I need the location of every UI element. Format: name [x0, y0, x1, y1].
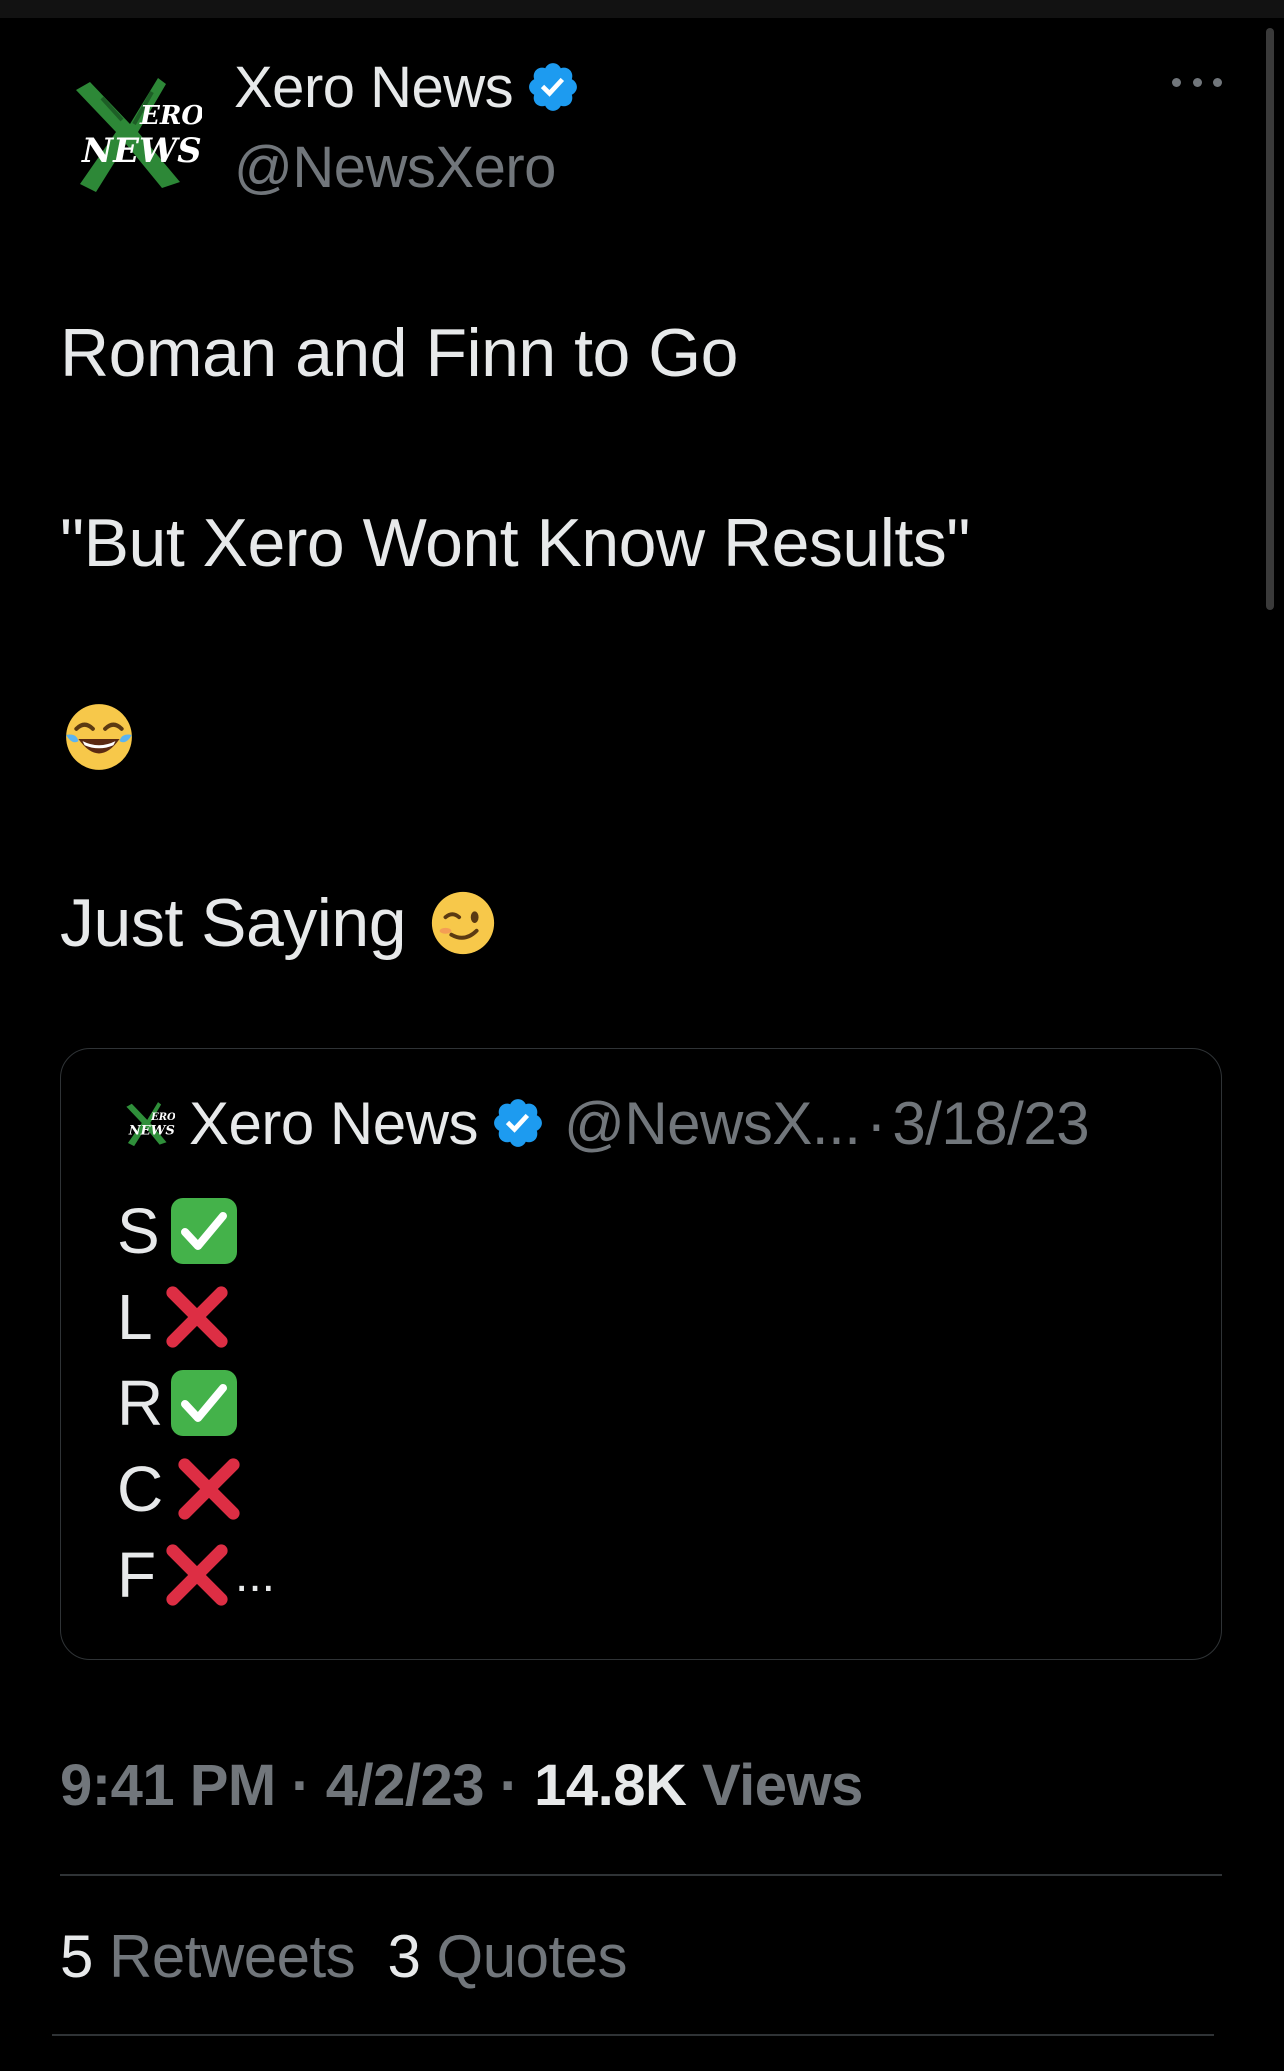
author-name[interactable]: Xero News [234, 54, 514, 121]
svg-text:NEWS: NEWS [128, 1124, 175, 1139]
quoted-author-handle: @NewsX... [563, 1089, 861, 1157]
divider [52, 2034, 1214, 2036]
quoted-row: S [117, 1191, 239, 1271]
verified-badge-icon [529, 63, 578, 111]
tweet-line-4-text: Just Saying [60, 885, 407, 961]
quoted-row: L [117, 1277, 231, 1357]
tweet-line-1: Roman and Finn to Go [60, 315, 738, 391]
svg-text:ERO: ERO [139, 101, 202, 131]
quoted-row: C [117, 1449, 243, 1529]
quoted-author-name: Xero News [189, 1089, 478, 1157]
quoted-tweet-header: ERO NEWS Xero News @NewsX... · 3/18/23 [121, 1090, 1090, 1157]
engagement-stats: 5 Retweets 3 Quotes [60, 1922, 628, 1991]
face-with-tears-of-joy-icon [66, 704, 132, 770]
author-name-row[interactable]: Xero News [234, 52, 581, 122]
svg-text:NEWS: NEWS [81, 131, 202, 171]
retweets-label[interactable]: Retweets [109, 1923, 356, 1990]
retweets-count[interactable]: 5 [60, 1923, 93, 1990]
quoted-tweet-card[interactable]: ERO NEWS Xero News @NewsX... · 3/18/23 S… [60, 1048, 1222, 1660]
winking-face-icon [431, 891, 495, 955]
quoted-row-letter: R [117, 1367, 164, 1439]
quotes-label[interactable]: Quotes [437, 1923, 628, 1990]
cross-mark-icon [166, 1286, 228, 1348]
verified-badge-icon [494, 1099, 542, 1147]
tweet-meta: 9:41 PM · 4/2/23 · 14.8K Views [60, 1752, 863, 1819]
more-options-icon[interactable] [1172, 70, 1222, 94]
quoted-date: 3/18/23 [892, 1089, 1090, 1157]
cross-mark-icon [178, 1458, 240, 1520]
cross-mark-icon [166, 1544, 228, 1606]
tweet-line-4: Just Saying [60, 884, 498, 962]
views-count: 14.8K [534, 1753, 687, 1818]
quoted-row-letter: F [117, 1539, 157, 1611]
quoted-row: F ... [117, 1535, 275, 1615]
status-bar-strip [0, 0, 1284, 18]
check-mark-button-icon [171, 1370, 237, 1436]
quoted-row-letter: L [117, 1281, 153, 1353]
more-dot [1192, 77, 1202, 87]
avatar[interactable]: ERO NEWS [62, 62, 202, 202]
check-mark-button-icon [171, 1198, 237, 1264]
author-handle[interactable]: @NewsXero [234, 134, 556, 201]
quoted-row-letter: C [117, 1453, 164, 1525]
views-label: Views [702, 1753, 863, 1818]
more-dot [1172, 77, 1181, 87]
more-dot [1213, 77, 1222, 87]
divider [60, 1874, 1222, 1876]
quoted-avatar: ERO NEWS [121, 1096, 175, 1150]
tweet-line-2: "But Xero Wont Know Results" [60, 505, 970, 581]
quoted-row-letter: S [117, 1195, 160, 1267]
tweet-date[interactable]: 4/2/23 [326, 1753, 485, 1818]
scrollbar[interactable] [1266, 28, 1274, 610]
svg-text:ERO: ERO [150, 1112, 175, 1123]
meta-separator: · [499, 1753, 519, 1818]
meta-separator: · [291, 1753, 311, 1818]
quoted-separator: · [866, 1089, 887, 1157]
quoted-row: R [117, 1363, 239, 1443]
quotes-count[interactable]: 3 [388, 1923, 421, 1990]
tweet-time[interactable]: 9:41 PM [60, 1753, 276, 1818]
quoted-ellipsis: ... [235, 1549, 276, 1602]
